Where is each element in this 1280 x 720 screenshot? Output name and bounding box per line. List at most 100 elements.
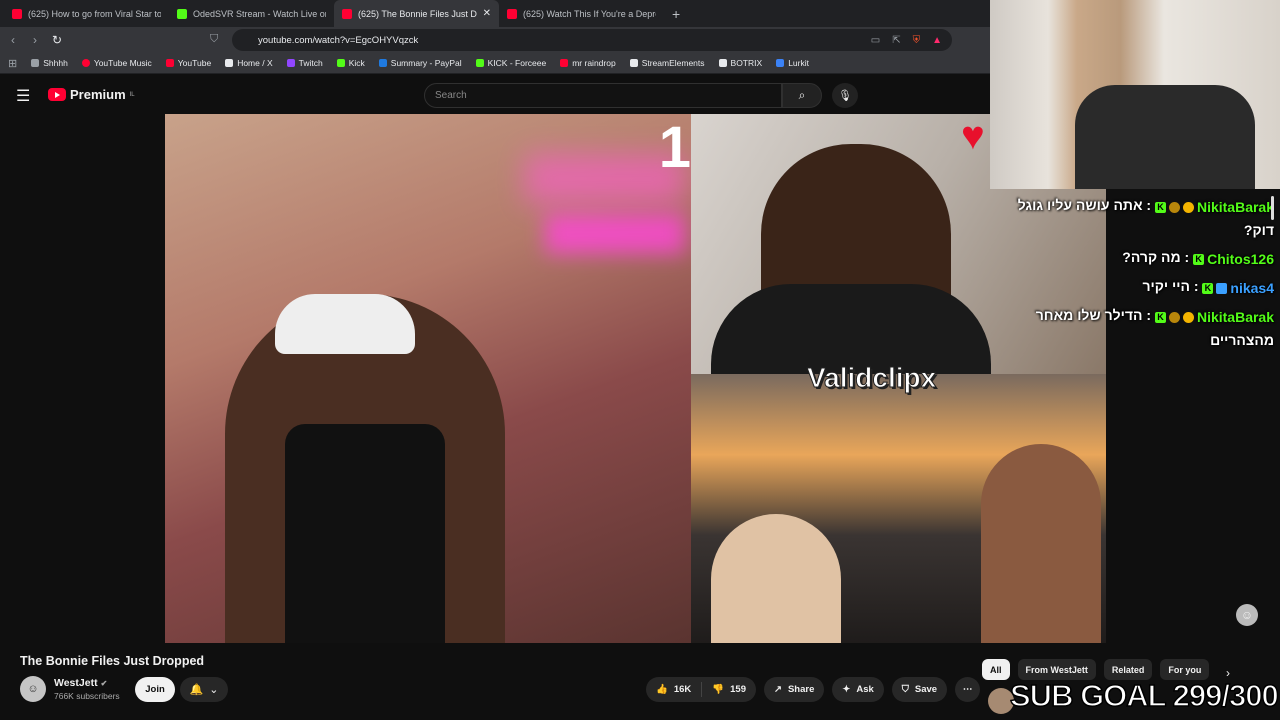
youtube-icon [507, 8, 517, 19]
kick-badge-icon: K [1154, 312, 1166, 323]
bookmark-item[interactable]: Lurkit [776, 58, 809, 68]
search-button[interactable]: ⌕ [782, 83, 822, 108]
forward-icon[interactable]: › [24, 33, 46, 47]
cast-icon[interactable]: ▭ [871, 35, 880, 46]
browser-tab-2[interactable]: (625) The Bonnie Files Just Dropp ✕ [334, 0, 499, 27]
bookmark-label: Lurkit [788, 58, 809, 68]
webcam-overlay [990, 0, 1280, 189]
bookmark-item[interactable]: BOTRIX [718, 58, 763, 68]
video-actions: 👍 16K 👎 159 ↗ Share ✦ Ask ⛉ Save ⋯ [646, 677, 981, 702]
kick-icon [177, 8, 187, 19]
chat-username: NikitaBarak [1196, 199, 1274, 215]
apps-icon[interactable]: ⊞ [8, 57, 17, 70]
bookmark-item[interactable]: Kick [336, 58, 365, 68]
brave-rewards-icon[interactable]: ▲ [932, 35, 942, 46]
bookmarks-bar: ⊞ Shhhh YouTube Music YouTube Home / X T… [0, 53, 990, 74]
search-input[interactable]: Search [424, 83, 782, 108]
bookmark-item[interactable]: Twitch [286, 58, 323, 68]
kick-icon [336, 59, 345, 67]
video-player[interactable]: 1 ♥ Validclipx [165, 114, 1106, 643]
bandana [275, 294, 415, 354]
bookmark-item[interactable]: Home / X [225, 58, 273, 68]
like-dislike-group: 👍 16K 👎 159 [646, 677, 756, 702]
bookmark-item[interactable]: StreamElements [629, 58, 705, 68]
url-field[interactable]: youtube.com/watch?v=EgcOHYVqzck ▭ ⇱ ⛨ ▲ [232, 29, 952, 51]
chat-meta: Knikas4 [1202, 277, 1274, 300]
dislike-count: 159 [730, 684, 746, 695]
clip-person [981, 444, 1101, 643]
chip-from-channel[interactable]: From WestJett [1017, 659, 1096, 680]
neon-sign [545, 214, 685, 254]
new-tab-icon[interactable]: + [664, 6, 688, 22]
browser-tab-1[interactable]: OdedSVR Stream - Watch Live on Kic [169, 0, 334, 27]
browser-tab-0[interactable]: (625) How to go from Viral Star to Se [4, 0, 169, 27]
chip-for-you[interactable]: For you [1160, 659, 1210, 680]
gear-badge-icon [1168, 202, 1180, 213]
bookmark-label: BOTRIX [730, 58, 763, 68]
youtube-icon [342, 8, 352, 19]
chat-scrollbar[interactable] [1271, 196, 1274, 220]
bookmark-item[interactable]: Shhhh [31, 58, 68, 68]
chat-text: מה קרה? [1122, 249, 1181, 265]
chat-message: K NikitaBarak : אתה עושה עליו גוגל דוק? [1017, 197, 1274, 238]
bookmark-label: Home / X [237, 58, 273, 68]
share-page-icon[interactable]: ⇱ [892, 35, 900, 46]
browser-tab-strip: (625) How to go from Viral Star to Se Od… [0, 0, 990, 27]
bookmark-label: Kick [348, 58, 365, 68]
youtube-icon [560, 59, 569, 67]
bookmark-item[interactable]: Summary - PayPal [378, 58, 462, 68]
bookmark-label: Twitch [298, 58, 323, 68]
tab-title: (625) How to go from Viral Star to Se [28, 8, 161, 19]
youtube-premium-logo[interactable]: Premium IL [48, 87, 135, 102]
dislike-button[interactable]: 👎 159 [702, 677, 756, 702]
share-button[interactable]: ↗ Share [763, 677, 825, 702]
logo-text: Premium [70, 87, 126, 102]
back-icon[interactable]: ‹ [2, 33, 24, 47]
browser-tab-3[interactable]: (625) Watch This If You're a Depresse [499, 0, 664, 27]
bookmark-item[interactable]: mr raindrop [560, 58, 616, 68]
tab-title: (625) The Bonnie Files Just Dropp [358, 8, 477, 19]
share-label: Share [787, 684, 815, 695]
clip-person [711, 514, 841, 643]
youtube-logo-icon [48, 88, 66, 101]
ask-button[interactable]: ✦ Ask [832, 677, 884, 702]
chip-related[interactable]: Related [1103, 659, 1153, 680]
join-button[interactable]: Join [135, 677, 175, 702]
chip-all[interactable]: All [982, 659, 1010, 680]
channel-name-link[interactable]: WestJett ✔ [54, 677, 120, 689]
save-button[interactable]: ⛉ Save [891, 677, 948, 702]
chat-username: nikas4 [1230, 280, 1274, 296]
bookmark-icon: ⛉ [901, 684, 909, 695]
close-tab-icon[interactable]: ✕ [483, 8, 491, 19]
coin-badge-icon [1182, 312, 1194, 323]
thumbs-down-icon: 👎 [712, 684, 725, 695]
like-button[interactable]: 👍 16K [646, 677, 701, 702]
kick-badge-icon: K [1202, 283, 1214, 294]
avatar[interactable]: ☺ [1236, 604, 1258, 626]
streamelements-icon [629, 59, 638, 67]
menu-icon[interactable]: ☰ [16, 86, 30, 106]
bookmark-label: YouTube [177, 58, 212, 68]
sub-goal-overlay: SUB GOAL 299/300 [1009, 677, 1279, 714]
youtube-music-icon [81, 59, 90, 67]
like-count: 16K [673, 684, 692, 695]
brave-shield-icon[interactable]: ⛨ [913, 35, 921, 46]
bookmark-item[interactable]: YouTube [165, 58, 212, 68]
reload-icon[interactable]: ↻ [46, 33, 68, 47]
kick-badge-icon: K [1193, 254, 1205, 265]
notification-bell-button[interactable]: 🔔 ⌄ [180, 677, 228, 702]
url-text: youtube.com/watch?v=EgcOHYVqzck [258, 34, 419, 46]
bookmark-item[interactable]: KICK - Forceee [475, 58, 546, 68]
youtube-icon [12, 8, 22, 19]
more-actions-button[interactable]: ⋯ [955, 677, 981, 702]
heart-icon: ♥ [961, 114, 985, 158]
channel-owner: ☺ WestJett ✔ 766K subscribers [20, 676, 120, 702]
voice-search-button[interactable]: 🎙 [832, 83, 858, 108]
bookmark-page-icon[interactable]: ⛉ [210, 33, 218, 46]
video-title: The Bonnie Files Just Dropped [20, 654, 205, 668]
microphone-icon: 🎙 [838, 90, 852, 102]
tab-title: (625) Watch This If You're a Depresse [523, 8, 656, 19]
channel-avatar[interactable]: ☺ [20, 676, 46, 702]
bookmark-item[interactable]: YouTube Music [81, 58, 152, 68]
share-icon: ↗ [773, 684, 782, 695]
